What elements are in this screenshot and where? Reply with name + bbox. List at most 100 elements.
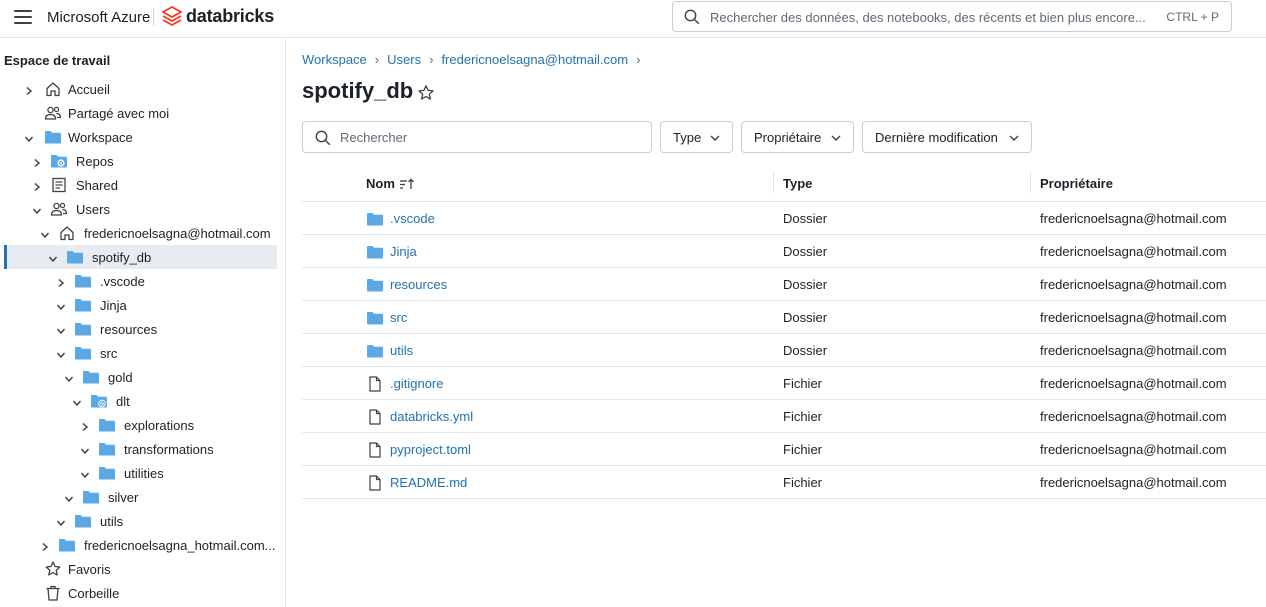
chevron-right-icon[interactable]	[56, 276, 66, 288]
breadcrumb-user-folder[interactable]: fredericnoelsagna@hotmail.com	[441, 52, 628, 67]
row-name-link[interactable]: src	[390, 310, 407, 325]
chevron-right-icon[interactable]	[32, 156, 42, 168]
chevron-down-icon[interactable]	[40, 228, 50, 239]
chevron-down-icon[interactable]	[72, 396, 82, 407]
search-shortcut: CTRL + P	[1166, 10, 1219, 24]
sidebar-item-utilities[interactable]: utilities	[4, 461, 277, 485]
table-row[interactable]: src Dossier fredericnoelsagna@hotmail.com	[302, 301, 1266, 334]
table-row[interactable]: databricks.yml Fichier fredericnoelsagna@h…	[302, 400, 1266, 433]
sidebar-item-favoris[interactable]: Favoris	[4, 557, 277, 581]
table-row[interactable]: resources Dossier fredericnoelsagna@hotmai…	[302, 268, 1266, 301]
chevron-down-icon[interactable]	[48, 252, 58, 263]
global-search-input[interactable]: Rechercher des données, des notebooks, d…	[672, 1, 1232, 32]
databricks-logo-icon[interactable]	[162, 6, 182, 28]
chevron-down-icon[interactable]	[32, 204, 42, 215]
table-row[interactable]: Jinja Dossier fredericnoelsagna@hotmail.co…	[302, 235, 1266, 268]
breadcrumb-separator: ›	[636, 52, 641, 67]
row-name-link[interactable]: .vscode	[390, 211, 435, 226]
sidebar-item-workspace[interactable]: Workspace	[4, 125, 277, 149]
sidebar-item-corbeille[interactable]: Corbeille	[4, 581, 277, 605]
chevron-right-icon[interactable]	[24, 84, 34, 96]
sidebar-item-accueil[interactable]: Accueil	[4, 77, 277, 101]
sidebar-item-fredericnoelsagna-hotmail-com[interactable]: fredericnoelsagna@hotmail.com	[4, 221, 277, 245]
brand-divider	[153, 8, 154, 26]
sidebar-item-gold[interactable]: gold	[4, 365, 277, 389]
row-name-link[interactable]: Jinja	[390, 244, 417, 259]
chevron-down-icon[interactable]	[80, 444, 90, 455]
row-type: Fichier	[783, 409, 823, 424]
chevron-down-icon	[831, 135, 841, 141]
row-name-link[interactable]: .gitignore	[390, 376, 443, 391]
chevron-right-icon[interactable]	[32, 180, 42, 192]
folder-search-input[interactable]: Rechercher	[302, 121, 652, 153]
column-divider[interactable]	[1030, 171, 1031, 193]
last-modified-filter-dropdown[interactable]: Dernière modification	[862, 121, 1032, 153]
folder-icon	[74, 273, 92, 289]
sidebar-item-src[interactable]: src	[4, 341, 277, 365]
sidebar-item-label: Jinja	[100, 298, 127, 313]
sidebar-item-utils[interactable]: utils	[4, 509, 277, 533]
sidebar-item-label: src	[100, 346, 118, 361]
sidebar-item-users[interactable]: Users	[4, 197, 277, 221]
brand-azure[interactable]: Microsoft Azure	[47, 9, 150, 26]
sidebar-item-jinja[interactable]: Jinja	[4, 293, 277, 317]
folder-search-placeholder: Rechercher	[340, 130, 408, 145]
global-search-placeholder: Rechercher des données, des notebooks, d…	[710, 10, 1146, 25]
column-header-owner[interactable]: Propriétaire	[1040, 176, 1113, 191]
column-header-type[interactable]: Type	[783, 176, 812, 191]
sidebar-item-spotify-db[interactable]: spotify_db	[4, 245, 277, 269]
column-divider[interactable]	[773, 171, 774, 193]
table-row[interactable]: README.md Fichier fredericnoelsagna@hotmai…	[302, 466, 1266, 499]
chevron-down-icon[interactable]	[64, 492, 74, 503]
star-icon[interactable]	[417, 84, 435, 102]
last-modified-filter-label: Dernière modification	[875, 130, 998, 145]
chevron-down-icon[interactable]	[64, 372, 74, 383]
chevron-down-icon[interactable]	[56, 348, 66, 359]
search-icon	[684, 9, 700, 25]
owner-filter-dropdown[interactable]: Propriétaire	[741, 121, 854, 153]
sort-ascending-icon[interactable]	[399, 178, 415, 190]
sidebar-item-label: utilities	[124, 466, 164, 481]
chevron-down-icon[interactable]	[24, 132, 34, 143]
folder-icon	[66, 249, 84, 265]
row-name-link[interactable]: resources	[390, 277, 447, 292]
row-name-link[interactable]: utils	[390, 343, 413, 358]
sidebar-item-label: Shared	[76, 178, 118, 193]
type-filter-label: Type	[673, 130, 702, 145]
type-filter-dropdown[interactable]: Type	[660, 121, 733, 153]
folder-icon	[366, 277, 384, 293]
sidebar-item-repos[interactable]: Repos	[4, 149, 277, 173]
table-row[interactable]: pyproject.toml Fichier fredericnoelsagna@h…	[302, 433, 1266, 466]
chevron-right-icon[interactable]	[40, 540, 50, 552]
sidebar-item-shared[interactable]: Shared	[4, 173, 277, 197]
chevron-down-icon[interactable]	[56, 300, 66, 311]
brand-databricks[interactable]: databricks	[186, 6, 274, 27]
sidebar-item-vscode[interactable]: .vscode	[4, 269, 277, 293]
sidebar-item-fredericnoelsagna-hotmail-com[interactable]: fredericnoelsagna_hotmail.com...	[4, 533, 277, 557]
chevron-down-icon[interactable]	[56, 516, 66, 527]
search-icon	[315, 130, 331, 146]
row-owner: fredericnoelsagna@hotmail.com	[1040, 343, 1227, 358]
chevron-right-icon[interactable]	[80, 420, 90, 432]
sidebar-item-explorations[interactable]: explorations	[4, 413, 277, 437]
row-name-link[interactable]: databricks.yml	[390, 409, 473, 424]
sidebar-item-label: dlt	[116, 394, 130, 409]
menu-icon[interactable]	[14, 10, 32, 24]
sidebar-item-transformations[interactable]: transformations	[4, 437, 277, 461]
chevron-down-icon[interactable]	[80, 468, 90, 479]
row-name-link[interactable]: pyproject.toml	[390, 442, 471, 457]
breadcrumb-users[interactable]: Users	[387, 52, 421, 67]
breadcrumb-workspace[interactable]: Workspace	[302, 52, 367, 67]
column-header-name[interactable]: Nom	[366, 176, 395, 191]
sidebar-item-partag-avec-moi[interactable]: Partagé avec moi	[4, 101, 277, 125]
pipeline-folder-icon	[90, 393, 108, 409]
chevron-down-icon[interactable]	[56, 324, 66, 335]
sidebar-item-dlt[interactable]: dlt	[4, 389, 277, 413]
table-row[interactable]: .gitignore Fichier fredericnoelsagna@hotma…	[302, 367, 1266, 400]
sidebar-item-silver[interactable]: silver	[4, 485, 277, 509]
sidebar-item-resources[interactable]: resources	[4, 317, 277, 341]
row-name-link[interactable]: README.md	[390, 475, 467, 490]
table-row[interactable]: utils Dossier fredericnoelsagna@hotmail.co…	[302, 334, 1266, 367]
table-row[interactable]: .vscode Dossier fredericnoelsagna@hotmail.…	[302, 202, 1266, 235]
row-type: Dossier	[783, 310, 828, 325]
